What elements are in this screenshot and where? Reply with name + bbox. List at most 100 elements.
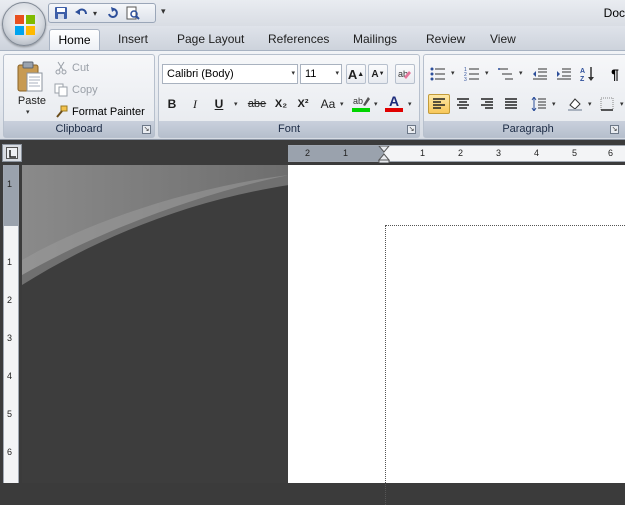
svg-text:3: 3 [464,77,467,81]
paragraph-group-label: Paragraph [424,121,625,137]
repeat-icon[interactable] [105,5,121,21]
increase-indent-icon[interactable] [553,64,575,84]
save-icon[interactable] [53,5,69,21]
bold-button[interactable]: B [162,94,182,114]
shading-icon[interactable] [564,94,586,114]
svg-text:ab: ab [353,96,363,106]
numbering-dropdown-icon[interactable]: ▾ [485,69,489,77]
sort-icon[interactable]: AZ [577,64,599,84]
font-name-dropdown-icon[interactable]: ▾ [291,65,295,83]
justify-icon[interactable] [500,94,522,114]
print-preview-icon[interactable] [125,5,141,21]
ruler-number: 2 [7,295,13,305]
paste-button[interactable]: Paste ▾ [8,57,52,117]
ruler-number: 6 [7,447,13,457]
shrink-font-button[interactable]: A ▼ [368,64,388,84]
paste-dropdown-icon[interactable]: ▾ [26,108,30,116]
ruler-number: 3 [7,333,13,343]
change-case-dropdown-icon[interactable]: ▾ [340,100,344,108]
vertical-ruler-margin [4,165,18,226]
paste-label: Paste [17,95,47,107]
cut-button[interactable]: Cut [54,59,89,77]
grow-font-glyph: A [347,66,358,82]
ruler-number: 1 [343,148,349,158]
tab-mailings[interactable]: Mailings [347,29,403,50]
grow-font-button[interactable]: A ▲ [346,64,366,84]
align-left-icon[interactable] [428,94,450,114]
change-case-button[interactable]: Aa [317,94,339,114]
ribbon-tabs: Home Insert Page Layout References Maili… [0,26,625,50]
highlighter-icon: ab [353,96,370,106]
highlight-dropdown-icon[interactable]: ▾ [374,100,378,108]
ruler-number: 4 [534,148,540,158]
format-painter-label: Format Painter [72,106,145,118]
tab-references[interactable]: References [262,29,335,50]
clear-formatting-icon[interactable]: ab [395,64,415,84]
customize-toolbar-icon[interactable]: ▾ [161,6,166,17]
highlight-button[interactable]: ab [350,92,372,114]
clipboard-launcher-icon[interactable]: ↘ [142,125,151,134]
svg-text:A: A [580,68,585,75]
numbering-icon[interactable]: 123 [461,64,483,84]
cut-label: Cut [72,62,90,74]
align-center-icon[interactable] [452,94,474,114]
document-page[interactable] [288,165,625,505]
line-spacing-dropdown-icon[interactable]: ▾ [552,100,556,108]
ruler-number: 6 [608,148,614,158]
paintbrush-icon [56,105,68,118]
subscript-button[interactable]: X₂ [271,94,291,114]
paste-icon [17,61,43,92]
indent-marker-icon[interactable] [378,146,390,163]
borders-icon[interactable] [596,94,618,114]
document-workspace [22,165,289,483]
strikethrough-button[interactable]: abe [245,94,269,114]
format-painter-button[interactable]: Format Painter [54,103,145,121]
undo-icon[interactable] [73,5,89,21]
copy-label: Copy [72,84,98,96]
copy-button[interactable]: Copy [54,81,98,99]
ruler-number: 1 [7,179,13,189]
font-color-dropdown-icon[interactable]: ▾ [408,100,412,108]
ruler-number: 3 [496,148,502,158]
document-title: Doc [603,6,625,20]
underline-button[interactable]: U [209,94,229,114]
show-marks-button[interactable]: ¶ [604,64,625,84]
tab-home[interactable]: Home [49,29,100,50]
horizontal-ruler-margin [288,146,384,161]
background-swoosh [22,165,289,285]
office-button[interactable] [2,2,46,46]
italic-button[interactable]: I [185,94,205,114]
vertical-ruler[interactable]: 1 1 2 3 4 5 6 [3,165,19,483]
shading-dropdown-icon[interactable]: ▾ [588,100,592,108]
bullets-icon[interactable] [427,64,449,84]
tab-review[interactable]: Review [420,29,471,50]
shrink-font-glyph: A [371,68,379,80]
horizontal-ruler[interactable]: 2 1 1 2 3 4 5 6 [288,145,625,163]
font-name-combo[interactable]: Calibri (Body) ▾ [162,64,298,84]
line-spacing-icon[interactable] [528,94,550,114]
paragraph-launcher-icon[interactable]: ↘ [610,125,619,134]
tab-insert[interactable]: Insert [112,29,154,50]
align-right-icon[interactable] [476,94,498,114]
text-boundary [385,225,625,505]
superscript-button[interactable]: X² [293,94,313,114]
ruler-number: 4 [7,371,13,381]
undo-dropdown-icon[interactable]: ▾ [93,9,101,18]
multilevel-dropdown-icon[interactable]: ▾ [519,69,523,77]
ruler-number: 1 [420,148,426,158]
font-color-button[interactable]: A [383,92,405,114]
multilevel-list-icon[interactable] [495,64,517,84]
tab-selector-button[interactable] [6,147,18,159]
tab-page-layout[interactable]: Page Layout [171,29,250,50]
tab-view[interactable]: View [484,29,522,50]
ruler-number: 2 [458,148,464,158]
bullets-dropdown-icon[interactable]: ▾ [451,69,455,77]
font-size-combo[interactable]: 11 ▾ [300,64,342,84]
underline-dropdown-icon[interactable]: ▾ [234,100,238,108]
font-launcher-icon[interactable]: ↘ [407,125,416,134]
decrease-indent-icon[interactable] [529,64,551,84]
ruler-number: 1 [7,257,13,267]
borders-dropdown-icon[interactable]: ▾ [620,100,624,108]
clipboard-group: Paste ▾ Cut Copy Format Painter Clipboar… [3,54,155,138]
font-size-dropdown-icon[interactable]: ▾ [335,65,339,83]
